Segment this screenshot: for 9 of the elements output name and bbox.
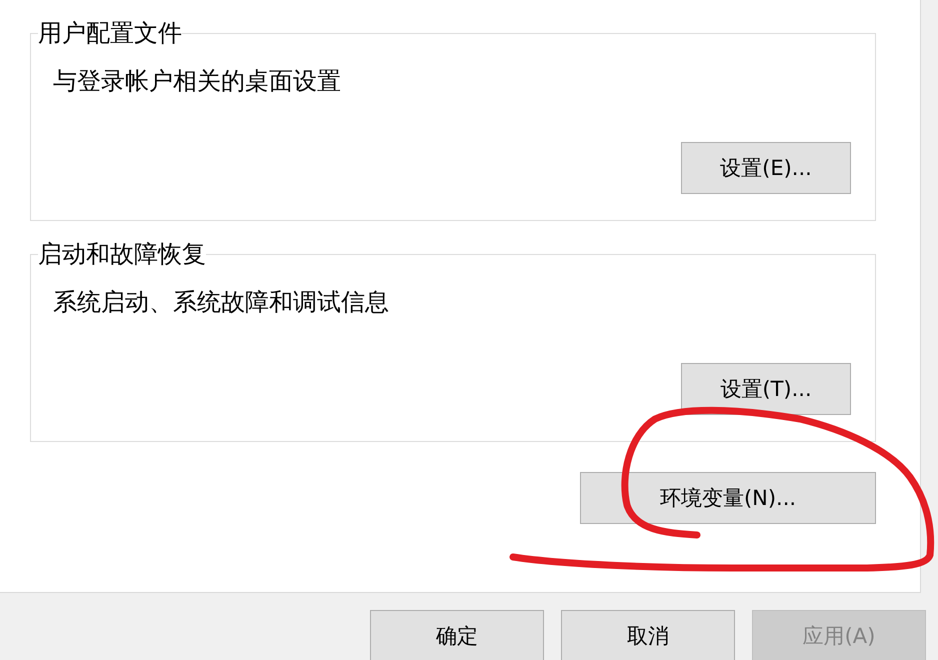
group-title: 启动和故障恢复 (38, 240, 206, 268)
group-description: 与登录帐户相关的桌面设置 (53, 67, 342, 95)
cancel-button[interactable]: 取消 (561, 610, 735, 660)
group-description: 系统启动、系统故障和调试信息 (53, 288, 390, 316)
ok-button[interactable]: 确定 (370, 610, 544, 660)
environment-variables-button[interactable]: 环境变量(N)... (580, 472, 876, 524)
group-title: 用户配置文件 (38, 19, 182, 47)
settings-button[interactable]: 设置(E)... (681, 142, 851, 194)
settings-button[interactable]: 设置(T)... (681, 363, 851, 415)
